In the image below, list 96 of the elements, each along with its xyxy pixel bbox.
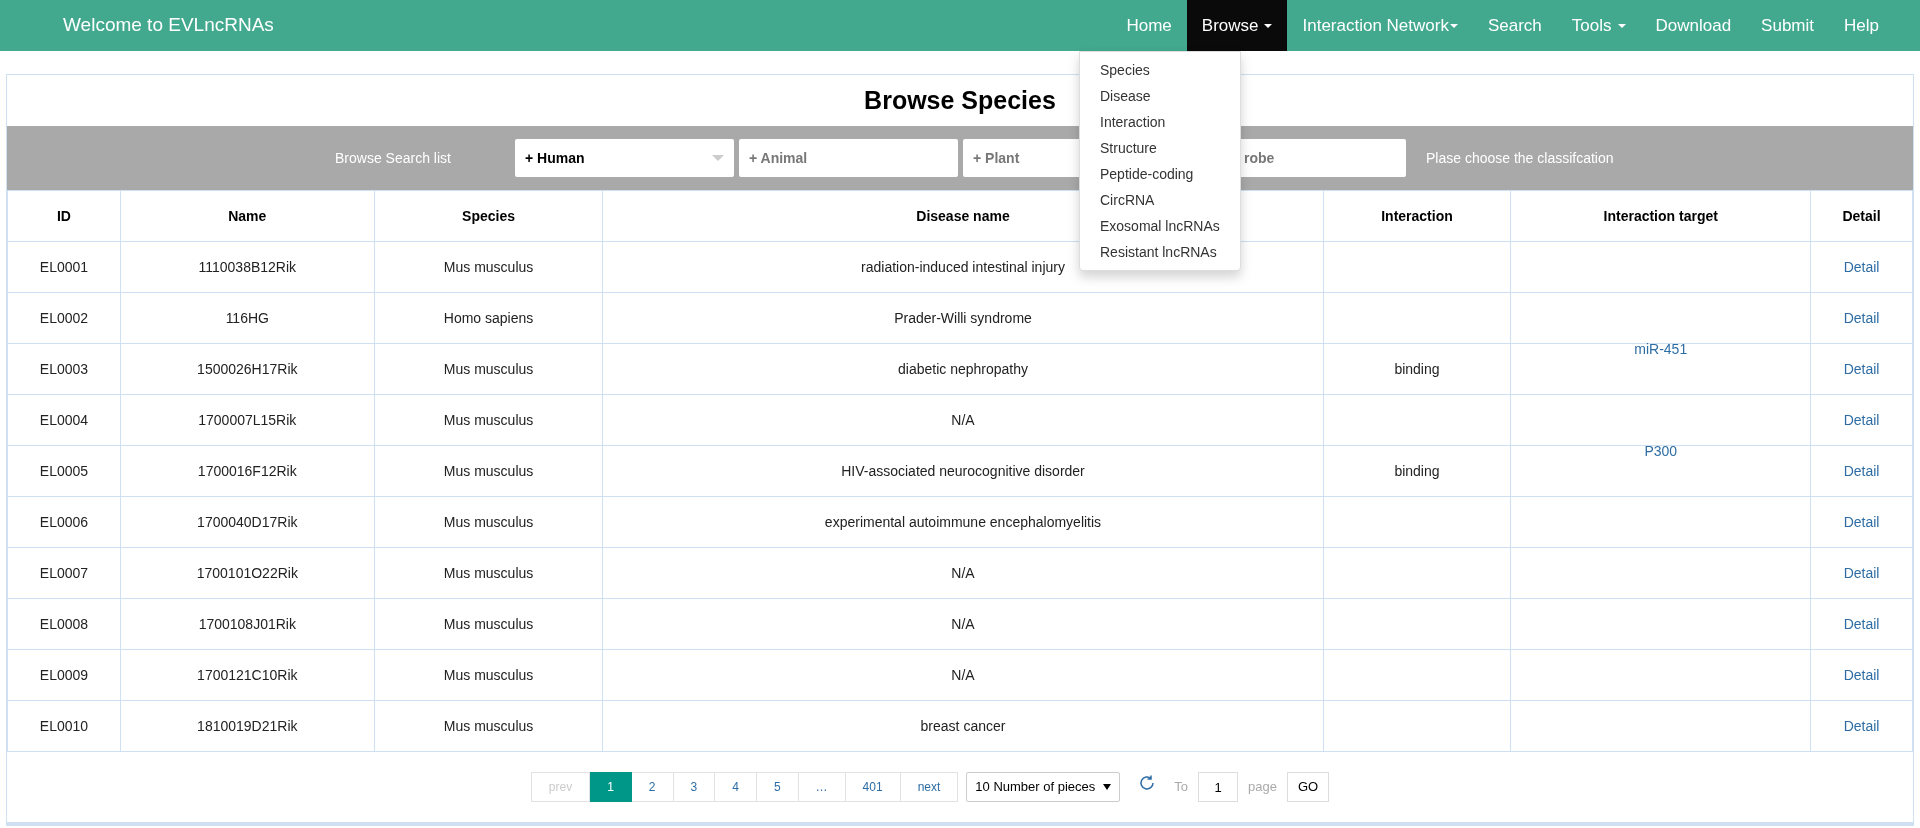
- table-cell: Prader-Willi syndrome: [894, 309, 1032, 326]
- nav-link[interactable]: Browse: [1186, 0, 1288, 51]
- table-cell: Mus musculus: [443, 564, 534, 581]
- table-cell: Mus musculus: [443, 666, 534, 683]
- table-cell: EL0004: [39, 411, 89, 428]
- species-select[interactable]: + Human: [515, 139, 734, 177]
- menu-item[interactable]: Interaction: [1080, 109, 1240, 135]
- menu-item[interactable]: Disease: [1080, 83, 1240, 109]
- table-cell: EL0010: [39, 717, 89, 734]
- table-cell: binding: [1394, 462, 1440, 479]
- table-cell: 1700101O22Rik: [196, 564, 298, 581]
- dropdown-arrow-icon: [1103, 784, 1112, 790]
- table-cell: EL0005: [39, 462, 89, 479]
- table-cell: EL0007: [39, 564, 89, 581]
- detail-link[interactable]: Detail: [1843, 411, 1880, 428]
- page-title: Browse Species: [864, 84, 1056, 116]
- detail-link[interactable]: Detail: [1843, 666, 1880, 683]
- nav-link[interactable]: Tools: [1556, 0, 1641, 51]
- site-brand[interactable]: Welcome to EVLncRNAs: [63, 11, 274, 40]
- detail-link[interactable]: Detail: [1843, 309, 1880, 326]
- table-cell: EL0001: [39, 258, 89, 275]
- page-link[interactable]: 3: [673, 772, 716, 802]
- table-cell: experimental autoimmune encephalomyelitis: [824, 513, 1102, 530]
- detail-link[interactable]: Detail: [1843, 717, 1880, 734]
- filter-label: Browse Search list: [335, 148, 452, 168]
- target-link[interactable]: miR-451: [1634, 338, 1688, 360]
- table-cell: Mus musculus: [443, 411, 534, 428]
- table-cell: Mus musculus: [443, 717, 534, 734]
- table-cell: Mus musculus: [443, 462, 534, 479]
- table-cell: Mus musculus: [443, 513, 534, 530]
- column-header: Interaction: [1323, 190, 1511, 242]
- menu-item[interactable]: Resistant lncRNAs: [1080, 239, 1240, 265]
- table-cell: 1700121C10Rik: [197, 666, 298, 683]
- page-link[interactable]: …: [798, 772, 846, 802]
- refresh-icon[interactable]: [1138, 774, 1157, 792]
- table-cell: N/A: [951, 411, 975, 428]
- detail-link[interactable]: Detail: [1843, 615, 1880, 632]
- nav-link[interactable]: Search: [1472, 0, 1557, 51]
- nav-link[interactable]: Help: [1829, 0, 1894, 51]
- page-number-field[interactable]: 1: [1198, 772, 1238, 802]
- table-cell: EL0009: [39, 666, 89, 683]
- page-link[interactable]: 2: [631, 772, 674, 802]
- dropdown-arrow-icon: [712, 155, 724, 161]
- detail-link[interactable]: Detail: [1843, 462, 1880, 479]
- column-header: Interaction target: [1510, 190, 1811, 242]
- table-cell: 1700040D17Rik: [197, 513, 298, 530]
- table-cell: EL0008: [39, 615, 89, 632]
- table-cell: EL0003: [39, 360, 89, 377]
- table-cell: Homo sapiens: [443, 309, 534, 326]
- table-cell: Mus musculus: [443, 615, 534, 632]
- page-link[interactable]: 4: [715, 772, 757, 802]
- column-header: Detail: [1810, 190, 1913, 242]
- nav-link[interactable]: Home: [1111, 0, 1187, 51]
- table-cell: EL0002: [39, 309, 89, 326]
- table-cell: 1110038B12Rik: [198, 258, 297, 275]
- table-cell: diabetic nephropathy: [898, 360, 1028, 377]
- category-field[interactable]: + Animal: [739, 139, 958, 177]
- column-header: ID: [7, 190, 121, 242]
- table-cell: 1700016F12Rik: [197, 462, 297, 479]
- table-cell: EL0006: [39, 513, 89, 530]
- page-link[interactable]: next: [900, 772, 959, 802]
- table-cell: 1810019D21Rik: [197, 717, 298, 734]
- table-cell: 1700108J01Rik: [198, 615, 296, 632]
- column-header: Species: [374, 190, 603, 242]
- nav-link[interactable]: Download: [1640, 0, 1747, 51]
- goto-label: To: [1174, 778, 1188, 797]
- page-label: page: [1248, 778, 1277, 797]
- table-cell: N/A: [951, 666, 975, 683]
- detail-link[interactable]: Detail: [1843, 513, 1880, 530]
- menu-item[interactable]: CircRNA: [1080, 187, 1240, 213]
- filter-hint: Plase choose the classifcation: [1426, 148, 1614, 168]
- nav-link[interactable]: Interaction Network: [1287, 0, 1473, 51]
- table-cell: binding: [1394, 360, 1440, 377]
- table-cell: HIV-associated neurocognitive disorder: [841, 462, 1085, 479]
- menu-item[interactable]: Exosomal lncRNAs: [1080, 213, 1240, 239]
- table-cell: 1700007L15Rik: [198, 411, 297, 428]
- table-cell: Mus musculus: [443, 360, 534, 377]
- detail-link[interactable]: Detail: [1843, 564, 1880, 581]
- table-cell: breast cancer: [920, 717, 1006, 734]
- menu-item[interactable]: Species: [1080, 57, 1240, 83]
- table-cell: N/A: [951, 564, 975, 581]
- detail-link[interactable]: Detail: [1843, 258, 1880, 275]
- table-cell: Mus musculus: [443, 258, 534, 275]
- page-size-select[interactable]: 10 Number of pieces: [966, 772, 1121, 802]
- table-cell: N/A: [951, 615, 975, 632]
- table-cell: radiation-induced intestinal injury: [861, 258, 1065, 275]
- page-link[interactable]: 1: [590, 772, 632, 802]
- go-button[interactable]: GO: [1286, 772, 1330, 802]
- detail-link[interactable]: Detail: [1843, 360, 1880, 377]
- page-link[interactable]: 401: [845, 772, 901, 802]
- table-cell: 1500026H17Rik: [197, 360, 298, 377]
- nav-link[interactable]: Submit: [1746, 0, 1830, 51]
- table-cell: 116HG: [225, 309, 269, 326]
- column-header: Name: [120, 190, 375, 242]
- page-link[interactable]: 5: [756, 772, 799, 802]
- target-link[interactable]: P300: [1644, 440, 1678, 462]
